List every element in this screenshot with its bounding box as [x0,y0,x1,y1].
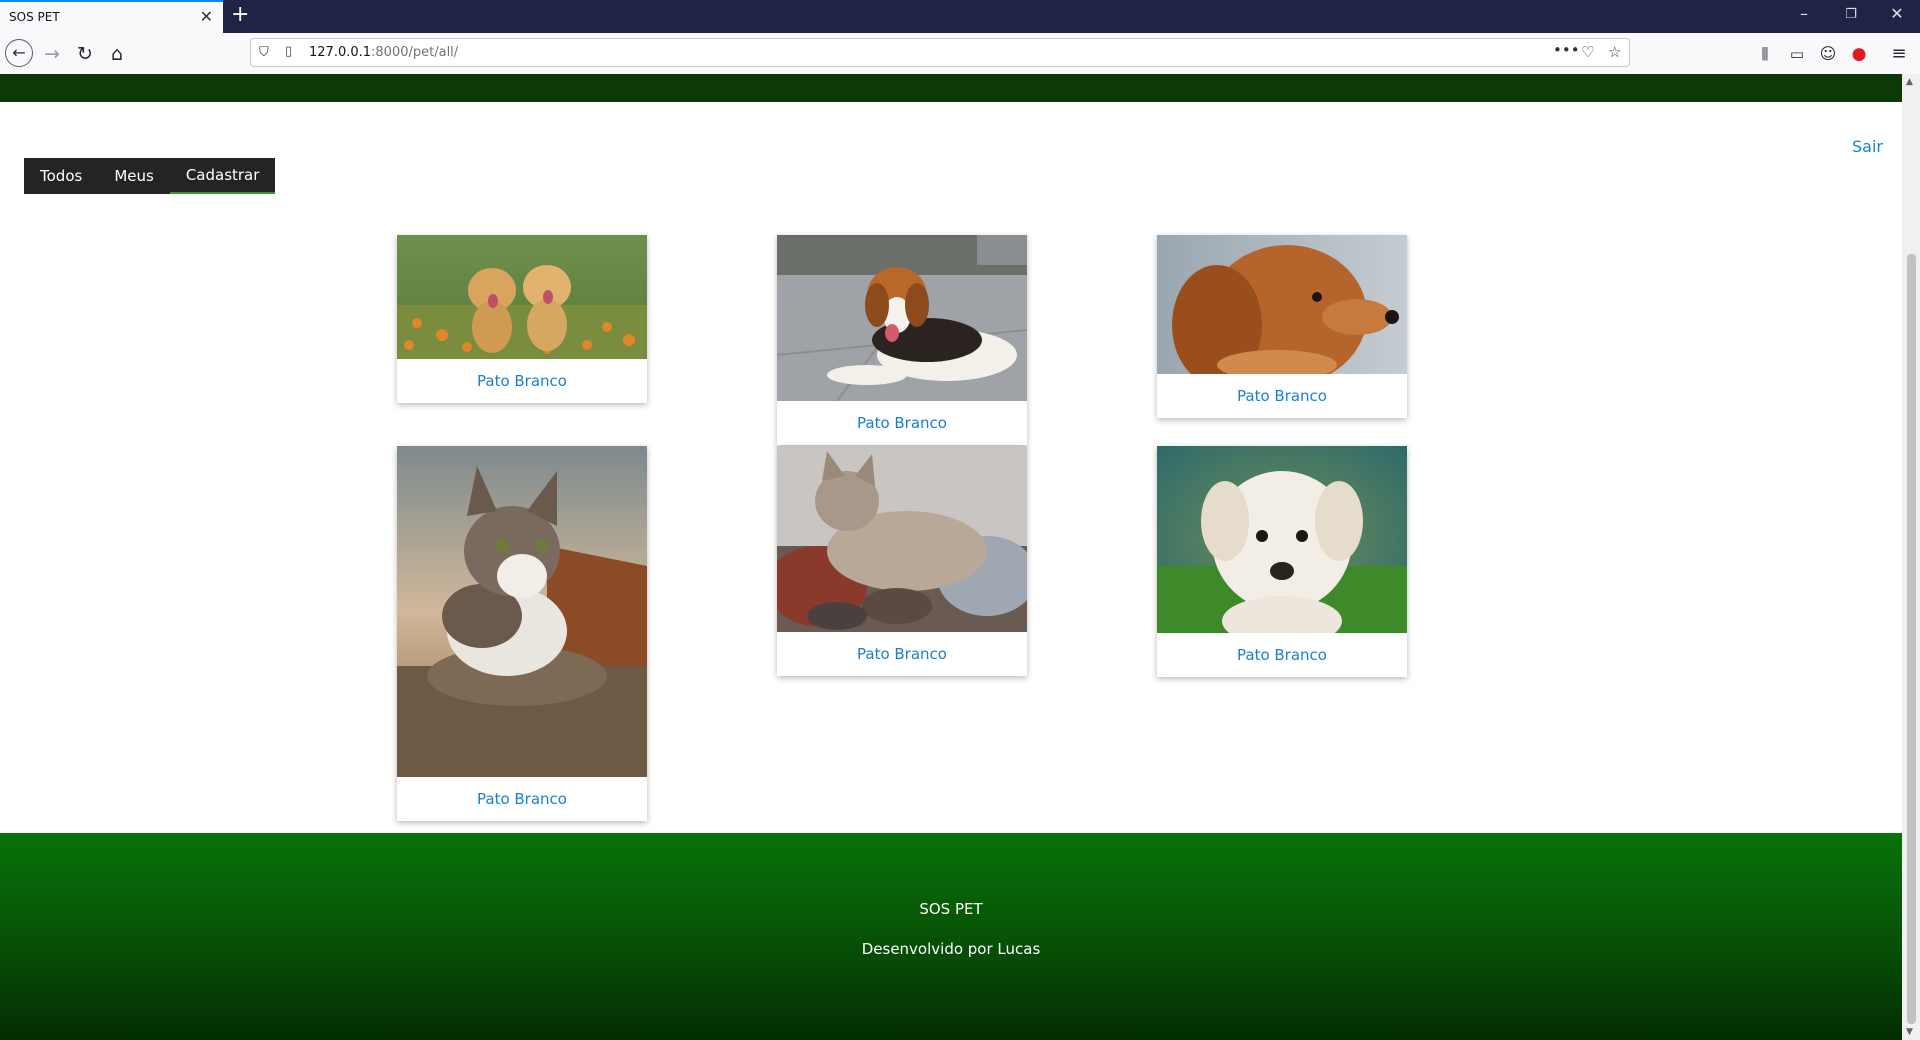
pet-card[interactable]: Pato Branco [777,446,1027,676]
url-text[interactable]: 127.0.0.1:8000/pet/all/ [309,45,458,60]
tracking-shield-icon[interactable]: ⛉ [259,45,269,60]
pet-card[interactable]: Pato Branco [1157,235,1407,418]
scroll-thumb[interactable] [1907,254,1916,1024]
footer-credit: Desenvolvido por Lucas [861,940,1041,958]
pet-card-city[interactable]: Pato Branco [777,632,1027,676]
browser-tab-strip: SOS PET ✕ + – ❐ ✕ [0,0,1920,33]
page-actions-icon[interactable]: ••• [1553,41,1580,59]
menu-item-cadastrar[interactable]: Cadastrar [169,158,276,194]
pet-photo-beagle [777,235,1027,401]
pet-card-city[interactable]: Pato Branco [1157,633,1407,677]
pet-card-city[interactable]: Pato Branco [397,359,647,403]
bookmark-star-icon[interactable]: ☆ [1608,43,1621,61]
main-menu: Todos Meus Cadastrar [24,158,276,194]
pet-card-city[interactable]: Pato Branco [1157,374,1407,418]
restore-icon[interactable]: ❐ [1836,7,1866,22]
reload-icon[interactable]: ↻ [73,42,97,66]
menu-item-meus[interactable]: Meus [98,158,170,194]
home-icon[interactable]: ⌂ [105,42,129,66]
menu-item-todos[interactable]: Todos [24,158,98,194]
pet-photo-brown-dog [1157,235,1407,374]
close-tab-icon[interactable]: ✕ [200,7,213,26]
browser-toolbar: ← → ↻ ⌂ ⛉ ▯ 127.0.0.1:8000/pet/all/ ••• … [0,33,1920,75]
pocket-icon[interactable]: ♡ [1581,43,1594,61]
opera-extension-icon[interactable]: ● [1847,42,1871,66]
scroll-up-icon[interactable]: ▲ [1906,77,1913,87]
minimize-icon[interactable]: – [1789,4,1819,23]
account-icon[interactable]: ☺ [1816,42,1840,66]
page-info-icon[interactable]: ▯ [285,44,292,59]
hamburger-menu-icon[interactable]: ≡ [1887,42,1911,66]
pet-card-city[interactable]: Pato Branco [777,401,1027,445]
pet-photo-cat [397,446,647,777]
pet-card-city[interactable]: Pato Branco [397,777,647,821]
back-icon[interactable]: ← [5,39,33,67]
new-tab-icon[interactable]: + [231,2,249,27]
page-header-bar [0,74,1902,102]
pet-photo-puppies [397,235,647,359]
logout-link[interactable]: Sair [1852,137,1883,156]
page-footer: SOS PET Desenvolvido por Lucas [0,833,1902,1040]
footer-title: SOS PET [919,900,983,918]
scroll-down-icon[interactable]: ▼ [1906,1027,1913,1037]
pet-photo-cat-kittens [777,446,1027,632]
address-bar[interactable]: ⛉ ▯ 127.0.0.1:8000/pet/all/ ••• ♡ ☆ [250,38,1630,67]
url-host: 127.0.0.1 [309,45,372,60]
pet-photo-white-puppy [1157,446,1407,633]
page-scrollbar[interactable]: ▲ ▼ [1902,74,1920,1040]
pet-card[interactable]: Pato Branco [397,446,647,821]
sidebar-icon[interactable]: ▭ [1785,42,1809,66]
pet-card[interactable]: Pato Branco [1157,446,1407,677]
tab-title: SOS PET [9,10,60,24]
window-close-icon[interactable]: ✕ [1882,4,1912,23]
forward-icon[interactable]: → [40,42,64,66]
pet-card[interactable]: Pato Branco [397,235,647,403]
browser-tab[interactable]: SOS PET ✕ [0,0,223,33]
library-icon[interactable]: ⫼ [1753,42,1777,66]
pet-card[interactable]: Pato Branco [777,235,1027,445]
url-path: :8000/pet/all/ [371,45,459,60]
